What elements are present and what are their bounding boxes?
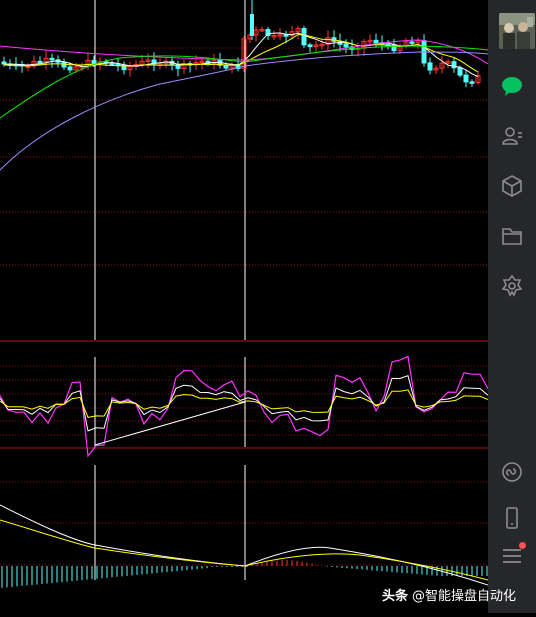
sidebar-item-settings[interactable] <box>496 270 528 302</box>
notification-badge <box>519 542 526 549</box>
avatar-photo-icon <box>499 13 535 49</box>
candle-body <box>427 62 433 71</box>
candle-body <box>409 41 415 44</box>
candle-body <box>67 66 73 71</box>
folder-icon <box>500 224 524 248</box>
stock-chart[interactable] <box>0 0 489 613</box>
contacts-icon <box>500 124 524 148</box>
sidebar-item-miniprogram[interactable] <box>496 456 528 488</box>
right-sidebar <box>488 0 536 613</box>
candle-body <box>49 57 55 61</box>
candle-body <box>373 39 379 44</box>
miniprogram-icon <box>500 460 524 484</box>
candle-body <box>91 59 97 65</box>
candle-body <box>37 60 43 64</box>
macd-indicator-panel <box>0 504 489 588</box>
sidebar-item-phone[interactable] <box>496 502 528 534</box>
candle-body <box>283 34 289 37</box>
sidebar-item-chat[interactable] <box>496 70 528 102</box>
sidebar-item-box[interactable] <box>496 170 528 202</box>
macd-dif-line <box>0 504 489 586</box>
candle-body <box>109 62 115 66</box>
candle-body <box>250 14 254 36</box>
crosshair-lines <box>94 0 246 580</box>
candle-body <box>463 74 469 83</box>
watermark-brand: 头条 <box>382 588 409 604</box>
sidebar-item-folder[interactable] <box>496 220 528 252</box>
kdj-j-line <box>0 355 489 458</box>
box-icon <box>500 174 524 198</box>
watermark: 头条 @智能操盘自动化 <box>382 583 516 605</box>
sidebar-item-menu[interactable] <box>496 540 528 572</box>
candle-body <box>469 81 475 84</box>
phone-icon <box>500 506 524 530</box>
macd-dea-line <box>0 519 489 581</box>
sidebar-item-contacts[interactable] <box>496 120 528 152</box>
settings-icon <box>500 274 524 298</box>
candle-body <box>457 67 463 76</box>
candle-body <box>301 28 307 46</box>
candle-body <box>307 44 313 48</box>
kdj-indicator-panel <box>0 355 489 458</box>
candlestick-series <box>1 0 481 88</box>
ma10-line <box>3 33 479 73</box>
watermark-handle: @智能操盘自动化 <box>412 588 517 604</box>
stock-chart-canvas <box>0 0 489 588</box>
avatar[interactable] <box>499 13 535 49</box>
chart-grid <box>0 47 488 566</box>
chat-icon <box>500 74 524 98</box>
candle-body <box>343 43 349 48</box>
